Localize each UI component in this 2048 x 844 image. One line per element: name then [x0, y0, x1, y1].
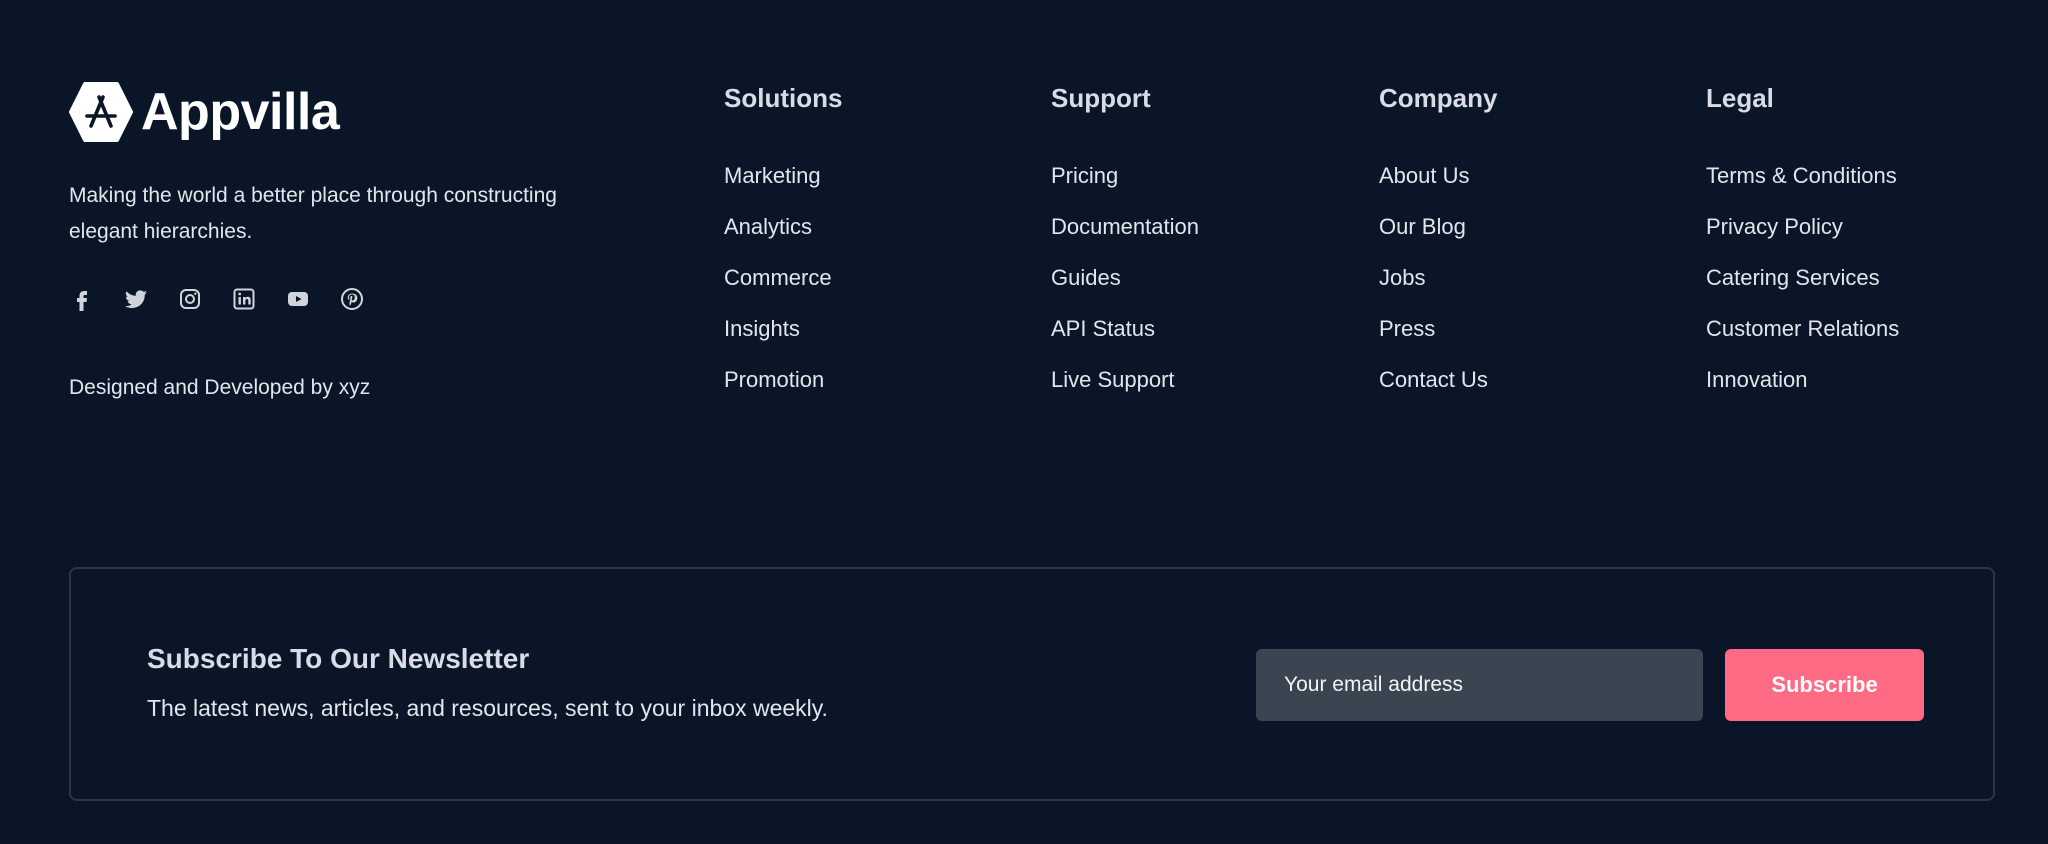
pinterest-icon: [341, 288, 363, 310]
link-list: Marketing Analytics Commerce Insights Pr…: [724, 161, 842, 416]
footer-link-jobs[interactable]: Jobs: [1379, 263, 1497, 314]
instagram-link[interactable]: [177, 286, 203, 312]
logo[interactable]: Appvilla: [69, 80, 629, 144]
twitter-link[interactable]: [123, 286, 149, 312]
footer-link-contact-us[interactable]: Contact Us: [1379, 365, 1497, 416]
column-title: Solutions: [724, 83, 843, 113]
footer-column-support: Support Pricing Documentation Guides API…: [1051, 80, 1199, 416]
twitter-icon: [125, 290, 147, 309]
brand-tagline: Making the world a better place through …: [69, 184, 557, 243]
footer-link-customer-relations[interactable]: Customer Relations: [1706, 314, 1899, 365]
footer-link-marketing[interactable]: Marketing: [724, 161, 842, 212]
footer-column-solutions: Solutions Marketing Analytics Commerce I…: [724, 80, 842, 416]
subscribe-button[interactable]: Subscribe: [1725, 649, 1924, 721]
footer-link-promotion[interactable]: Promotion: [724, 365, 842, 416]
footer-link-commerce[interactable]: Commerce: [724, 263, 842, 314]
youtube-link[interactable]: [285, 286, 311, 312]
footer-link-documentation[interactable]: Documentation: [1051, 212, 1199, 263]
newsletter-subtitle: The latest news, articles, and resources…: [147, 695, 828, 721]
youtube-icon: [288, 292, 308, 306]
pinterest-link[interactable]: [339, 286, 365, 312]
brand-section: Appvilla Making the world a better place…: [69, 80, 629, 400]
footer-link-pricing[interactable]: Pricing: [1051, 161, 1199, 212]
linkedin-icon: [233, 288, 255, 310]
footer-link-innovation[interactable]: Innovation: [1706, 365, 1899, 416]
column-title: Legal: [1706, 83, 1774, 113]
facebook-icon: [77, 291, 87, 311]
footer-link-about-us[interactable]: About Us: [1379, 161, 1497, 212]
email-input[interactable]: [1256, 649, 1703, 721]
footer-column-company: Company About Us Our Blog Jobs Press Con…: [1379, 80, 1497, 416]
brand-name: Appvilla: [141, 83, 340, 141]
footer-link-press[interactable]: Press: [1379, 314, 1497, 365]
footer-link-privacy-policy[interactable]: Privacy Policy: [1706, 212, 1899, 263]
column-title: Support: [1051, 83, 1151, 113]
instagram-icon: [180, 289, 200, 309]
app-store-logo-icon: [69, 82, 133, 142]
linkedin-link[interactable]: [231, 286, 257, 312]
footer-link-guides[interactable]: Guides: [1051, 263, 1199, 314]
credit-text: Designed and Developed by xyz: [69, 376, 371, 399]
link-list: Terms & Conditions Privacy Policy Cateri…: [1706, 161, 1899, 416]
link-list: About Us Our Blog Jobs Press Contact Us: [1379, 161, 1497, 416]
facebook-link[interactable]: [69, 286, 95, 312]
footer-link-live-support[interactable]: Live Support: [1051, 365, 1199, 416]
social-links: [69, 284, 629, 314]
footer-link-api-status[interactable]: API Status: [1051, 314, 1199, 365]
footer-link-catering-services[interactable]: Catering Services: [1706, 263, 1899, 314]
footer-link-insights[interactable]: Insights: [724, 314, 842, 365]
footer-link-analytics[interactable]: Analytics: [724, 212, 842, 263]
footer: Appvilla Making the world a better place…: [0, 0, 2048, 844]
newsletter-box: Subscribe To Our Newsletter The latest n…: [69, 567, 1995, 801]
footer-column-legal: Legal Terms & Conditions Privacy Policy …: [1706, 80, 1899, 416]
footer-link-terms[interactable]: Terms & Conditions: [1706, 161, 1899, 212]
column-title: Company: [1379, 83, 1498, 113]
footer-link-our-blog[interactable]: Our Blog: [1379, 212, 1497, 263]
link-list: Pricing Documentation Guides API Status …: [1051, 161, 1199, 416]
newsletter-title: Subscribe To Our Newsletter: [147, 643, 530, 674]
